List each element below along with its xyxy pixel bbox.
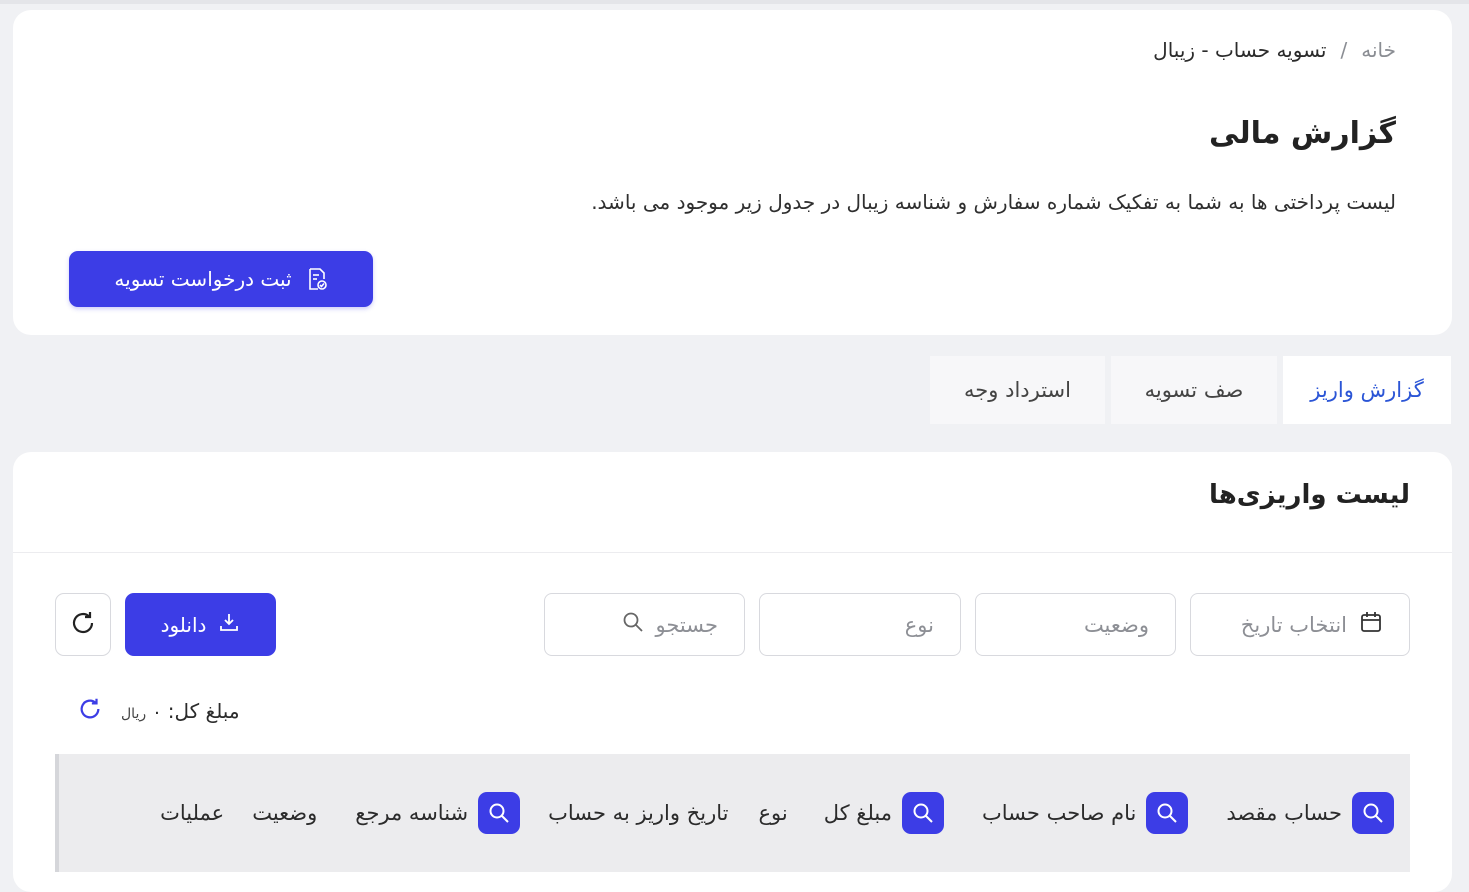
download-button[interactable]: دانلود bbox=[125, 593, 276, 656]
column-deposit-date: تاریخ واریز به حساب bbox=[548, 801, 728, 825]
total-refresh-icon[interactable] bbox=[77, 696, 103, 726]
deposits-card: لیست واریزی‌ها انتخاب تاریخ وضعیت نوع جس… bbox=[13, 452, 1452, 892]
type-filter[interactable]: نوع bbox=[759, 593, 961, 656]
page-description: لیست پرداختی ها به شما به تفکیک شماره سف… bbox=[591, 190, 1396, 214]
column-owner-label: نام صاحب حساب bbox=[982, 801, 1137, 825]
total-unit: ریال bbox=[121, 706, 147, 722]
column-type-label: نوع bbox=[758, 801, 788, 825]
refresh-icon bbox=[69, 609, 97, 641]
download-icon bbox=[218, 611, 240, 638]
header-card: خانه / تسویه حساب - زیبال گزارش مالی لیس… bbox=[13, 10, 1452, 335]
date-filter[interactable]: انتخاب تاریخ bbox=[1190, 593, 1410, 656]
column-actions-label: عملیات bbox=[160, 801, 225, 825]
top-border bbox=[0, 0, 1469, 4]
status-filter[interactable]: وضعیت bbox=[975, 593, 1176, 656]
breadcrumb-separator: / bbox=[1340, 38, 1348, 62]
settlement-request-button[interactable]: ثبت درخواست تسویه bbox=[69, 251, 373, 307]
search-column-owner-button[interactable] bbox=[1146, 792, 1189, 834]
list-title: لیست واریزی‌ها bbox=[1208, 480, 1410, 510]
page-title: گزارش مالی bbox=[1209, 116, 1396, 151]
column-dest-label: حساب مقصد bbox=[1226, 801, 1342, 825]
refresh-button[interactable] bbox=[55, 593, 111, 656]
table-header: حساب مقصد نام صاحب حساب مبلغ کل نوع تاری… bbox=[55, 754, 1410, 872]
search-placeholder: جستجو bbox=[655, 612, 718, 637]
column-ref-label: شناسه مرجع bbox=[355, 801, 469, 825]
column-date-label: تاریخ واریز به حساب bbox=[548, 801, 729, 825]
type-filter-placeholder: نوع bbox=[904, 612, 934, 637]
column-reference-id: شناسه مرجع bbox=[355, 792, 521, 834]
search-column-ref-button[interactable] bbox=[478, 792, 521, 834]
tab-refund[interactable]: استرداد وجه bbox=[930, 356, 1105, 424]
search-icon bbox=[622, 611, 644, 638]
column-type: نوع bbox=[758, 801, 787, 825]
search-column-dest-button[interactable] bbox=[1352, 792, 1394, 834]
total-value: ۰ bbox=[152, 702, 162, 723]
tab-bar: گزارش واریز صف تسویه استرداد وجه bbox=[930, 356, 1451, 424]
document-check-icon bbox=[306, 267, 328, 291]
tab-deposit-report[interactable]: گزارش واریز bbox=[1283, 356, 1451, 424]
breadcrumb-home[interactable]: خانه bbox=[1361, 38, 1396, 62]
tab-settlement-queue[interactable]: صف تسویه bbox=[1111, 356, 1277, 424]
search-column-total-button[interactable] bbox=[902, 792, 945, 834]
download-label: دانلود bbox=[160, 612, 207, 637]
search-input[interactable]: جستجو bbox=[544, 593, 745, 656]
breadcrumb-current: تسویه حساب - زیبال bbox=[1153, 38, 1327, 62]
column-total-label: مبلغ کل bbox=[823, 801, 893, 825]
column-status: وضعیت bbox=[252, 801, 317, 825]
column-dest-account: حساب مقصد bbox=[1226, 792, 1394, 834]
column-actions: عملیات bbox=[160, 801, 224, 825]
total-amount: مبلغ کل: ۰ ریال bbox=[121, 699, 240, 723]
column-total-amount: مبلغ کل bbox=[823, 792, 945, 834]
date-filter-placeholder: انتخاب تاریخ bbox=[1240, 612, 1347, 637]
divider bbox=[13, 552, 1452, 553]
calendar-icon bbox=[1359, 610, 1383, 639]
breadcrumb: خانه / تسویه حساب - زیبال bbox=[1153, 38, 1396, 62]
status-filter-placeholder: وضعیت bbox=[1083, 612, 1149, 637]
column-status-label: وضعیت bbox=[252, 801, 318, 825]
settlement-request-label: ثبت درخواست تسویه bbox=[114, 267, 292, 291]
column-owner-name: نام صاحب حساب bbox=[982, 792, 1189, 834]
total-amount-row: مبلغ کل: ۰ ریال bbox=[77, 696, 240, 726]
total-label: مبلغ کل: bbox=[167, 699, 240, 723]
